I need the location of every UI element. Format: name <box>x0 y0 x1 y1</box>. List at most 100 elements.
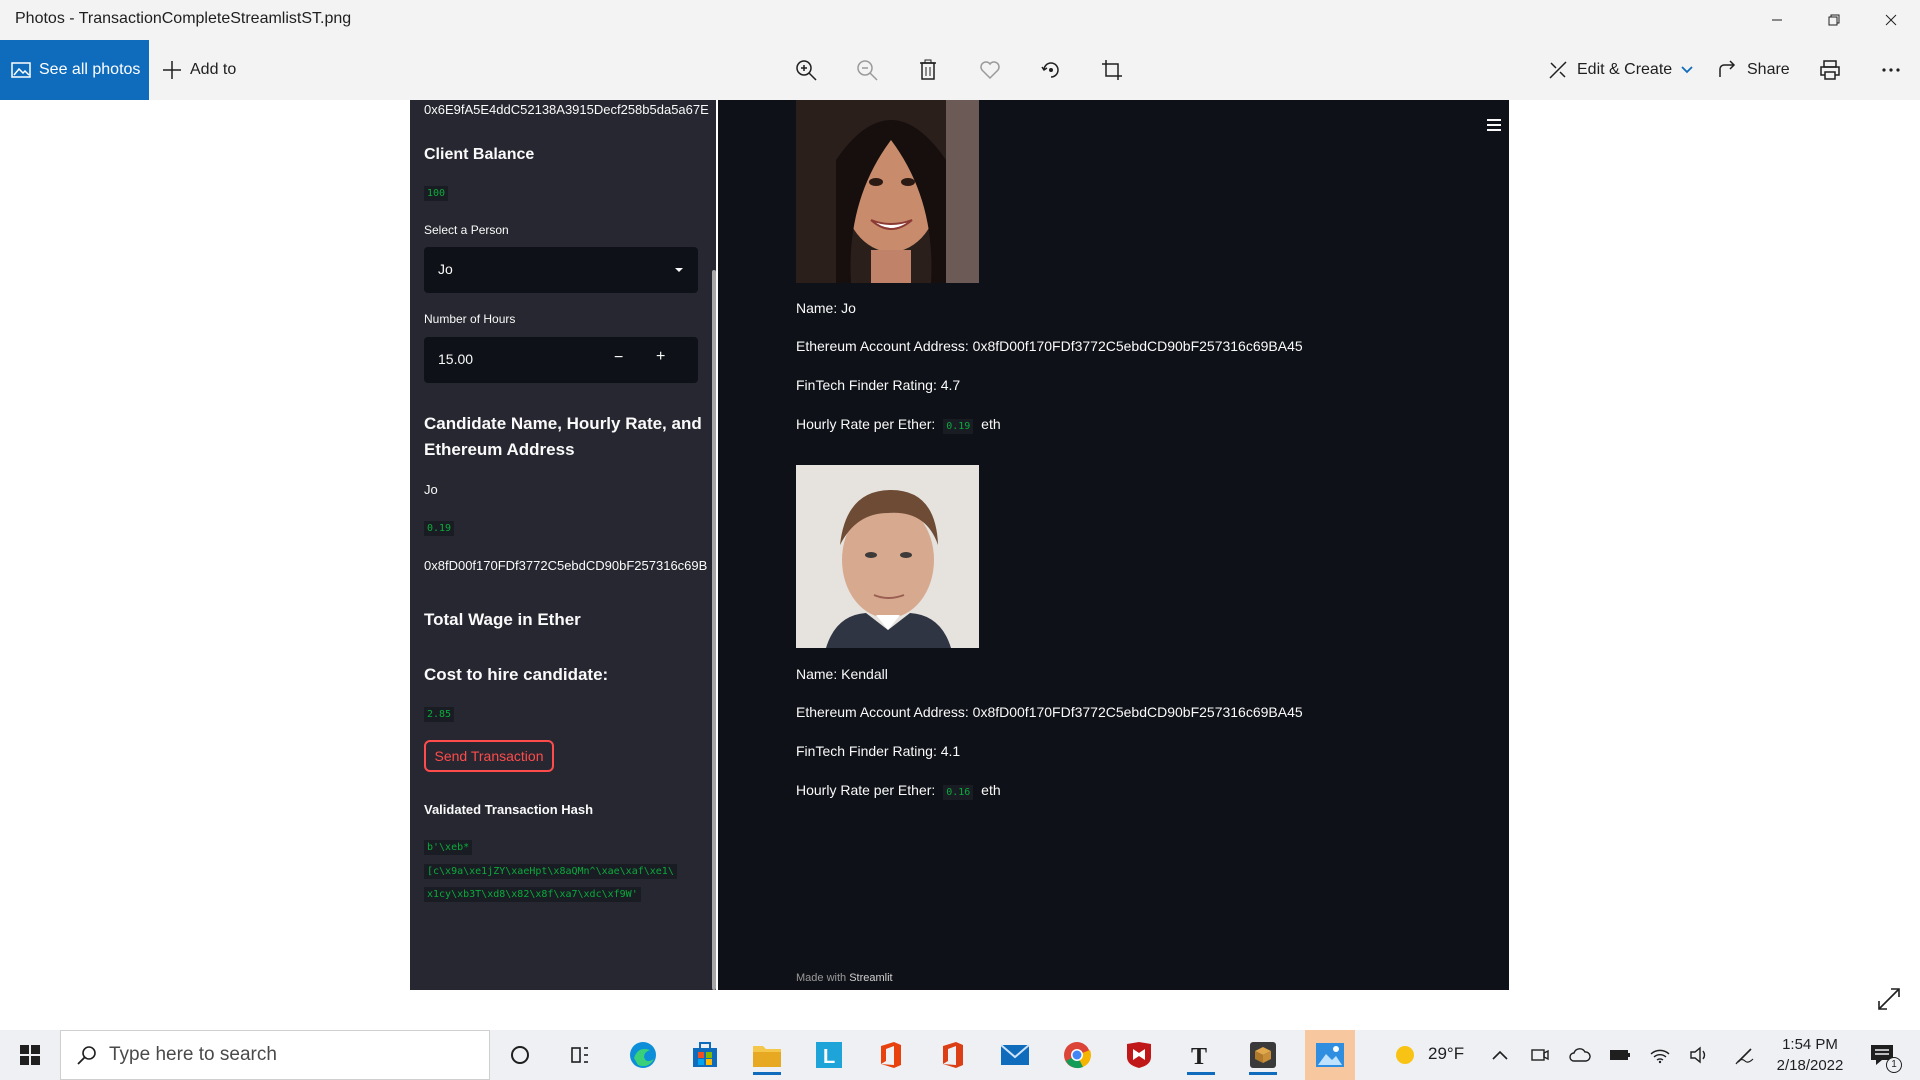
window-title: Photos - TransactionCompleteStreamlistST… <box>15 10 352 27</box>
taskbar-typora[interactable]: T <box>1181 1035 1221 1075</box>
task-view-button[interactable] <box>560 1035 600 1075</box>
notification-center[interactable]: 1 <box>1862 1035 1902 1075</box>
taskbar-edge[interactable] <box>623 1035 663 1075</box>
taskbar-office-2[interactable] <box>933 1035 973 1075</box>
taskbar-store[interactable] <box>685 1035 725 1075</box>
hash-heading: Validated Transaction Hash <box>424 802 594 817</box>
hash-line-2: [c\x9a\xe1jZY\xaeHpt\x8aQMn^\xae\xaf\xe1… <box>424 864 677 879</box>
restore-icon <box>1828 14 1840 26</box>
taskbar-photos[interactable] <box>1305 1030 1355 1080</box>
svg-text:L: L <box>823 1046 835 1068</box>
speaker-icon <box>1690 1046 1706 1064</box>
zoom-out-button[interactable] <box>852 55 882 85</box>
store-icon <box>693 1042 717 1067</box>
streamlit-sidebar: 0x6E9fA5E4ddC52138A3915Decf258b5da5a67E … <box>410 100 716 990</box>
footer-streamlit-link[interactable]: Streamlit <box>849 972 892 984</box>
taskbar-app-box[interactable] <box>1243 1035 1283 1075</box>
total-wage-heading: Total Wage in Ether <box>424 610 581 629</box>
sidebar-scrollbar[interactable] <box>712 270 716 990</box>
tray-volume[interactable] <box>1680 1035 1720 1075</box>
weather-sun-icon <box>1396 1046 1414 1064</box>
taskbar-mcafee[interactable] <box>1119 1035 1159 1075</box>
taskbar-file-explorer[interactable] <box>747 1035 787 1075</box>
edit-create-label: Edit & Create <box>1577 61 1673 78</box>
candidate-name: Jo <box>424 482 438 497</box>
candidate-1-rating: FinTech Finder Rating: 4.7 <box>796 377 961 393</box>
share-icon <box>1719 60 1736 77</box>
client-balance-value: 100 <box>424 186 449 201</box>
print-icon <box>1820 60 1840 80</box>
footer: Made with Streamlit <box>796 972 893 984</box>
close-button[interactable] <box>1862 0 1920 40</box>
crop-button[interactable] <box>1097 55 1127 85</box>
clock-date: 2/18/2022 <box>1776 1057 1844 1074</box>
office-icon <box>881 1042 901 1068</box>
share-button[interactable]: Share <box>1718 40 1790 100</box>
wifi-icon <box>1650 1049 1670 1064</box>
battery-icon <box>1610 1050 1630 1060</box>
see-all-photos-button[interactable]: See all photos <box>0 40 149 100</box>
candidate-2-rate-unit: eth <box>981 782 1001 798</box>
svg-text:T: T <box>1191 1044 1207 1068</box>
tray-battery[interactable] <box>1600 1035 1640 1075</box>
minimize-button[interactable] <box>1748 0 1806 40</box>
taskbar: Type here to search L T 29°F 1:54 PM 2/1… <box>0 1030 1920 1080</box>
more-button[interactable] <box>1876 55 1906 85</box>
crop-icon <box>1102 60 1122 80</box>
heart-icon <box>980 61 1000 80</box>
chevron-up-icon <box>1492 1050 1508 1060</box>
search-placeholder: Type here to search <box>109 1044 277 1065</box>
delete-button[interactable] <box>913 55 943 85</box>
taskbar-app-l[interactable]: L <box>809 1035 849 1075</box>
tray-overflow[interactable] <box>1480 1035 1520 1075</box>
more-icon <box>1882 68 1900 72</box>
chevron-down-icon <box>1681 66 1693 74</box>
edit-create-button[interactable]: Edit & Create <box>1548 40 1694 100</box>
candidate-1-rate-unit: eth <box>981 416 1001 432</box>
hours-input[interactable]: 15.00 − + <box>424 337 698 383</box>
windows-icon <box>20 1045 40 1065</box>
hamburger-menu-icon[interactable] <box>1486 118 1502 132</box>
taskbar-office-1[interactable] <box>871 1035 911 1075</box>
tray-wifi[interactable] <box>1640 1035 1680 1075</box>
send-transaction-button[interactable]: Send Transaction <box>424 740 554 772</box>
rotate-button[interactable] <box>1036 55 1066 85</box>
taskbar-search[interactable]: Type here to search <box>60 1030 490 1080</box>
search-icon <box>77 1046 96 1065</box>
tray-onedrive[interactable] <box>1560 1035 1600 1075</box>
see-all-photos-label: See all photos <box>39 61 141 78</box>
candidate-rate: 0.19 <box>424 521 455 536</box>
box-app-icon <box>1250 1042 1276 1068</box>
zoom-in-button[interactable] <box>791 55 821 85</box>
candidate-heading-line2: Ethereum Address <box>424 440 575 459</box>
select-person-dropdown[interactable]: Jo <box>424 247 698 293</box>
cortana-button[interactable] <box>500 1035 540 1075</box>
select-person-value: Jo <box>438 261 453 277</box>
clock[interactable]: 1:54 PM 2/18/2022 <box>1770 1034 1850 1076</box>
candidate-photo-jo <box>796 100 979 283</box>
add-to-button[interactable]: Add to <box>162 40 236 100</box>
share-label: Share <box>1747 61 1790 78</box>
portrait-woman-image <box>796 100 979 283</box>
candidate-2-rating: FinTech Finder Rating: 4.1 <box>796 743 961 759</box>
taskbar-chrome[interactable] <box>1057 1035 1097 1075</box>
active-indicator <box>753 1072 781 1075</box>
minimize-icon <box>1772 19 1782 21</box>
hours-increment-button[interactable]: + <box>656 348 665 366</box>
candidate-1-rate: Hourly Rate per Ether: 0.19 eth <box>796 416 1001 434</box>
start-button[interactable] <box>10 1035 50 1075</box>
tray-meet-now[interactable] <box>1520 1035 1560 1075</box>
taskbar-mail[interactable] <box>995 1035 1035 1075</box>
photos-icon <box>11 62 31 78</box>
notification-badge: 1 <box>1886 1057 1902 1073</box>
fullscreen-icon[interactable] <box>1876 986 1902 1012</box>
photos-app-icon <box>1316 1043 1344 1067</box>
weather-widget[interactable] <box>1386 1035 1426 1075</box>
hours-decrement-button[interactable]: − <box>614 349 623 367</box>
favorite-button[interactable] <box>975 55 1005 85</box>
print-button[interactable] <box>1815 55 1845 85</box>
tray-pen[interactable] <box>1725 1035 1765 1075</box>
restore-button[interactable] <box>1805 0 1863 40</box>
candidate-2-rate-label: Hourly Rate per Ether: <box>796 782 936 798</box>
zoom-out-icon <box>857 60 878 81</box>
